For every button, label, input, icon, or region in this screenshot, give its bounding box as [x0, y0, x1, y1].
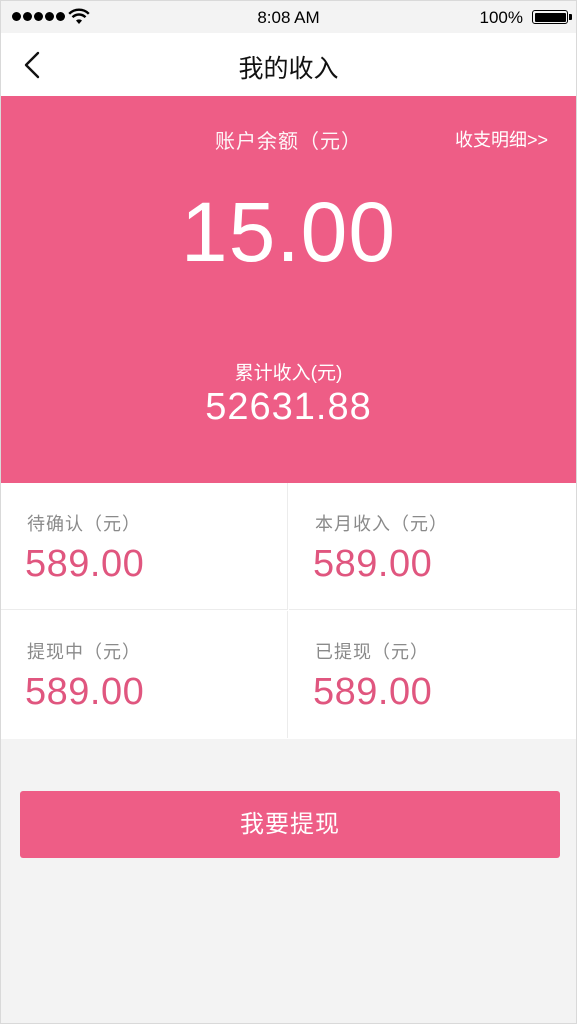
- stat-value: 589.00: [25, 671, 145, 713]
- stat-label: 待确认（元）: [27, 514, 141, 534]
- stat-label: 已提现（元）: [315, 642, 429, 662]
- income-expense-detail-link[interactable]: 收支明细>>: [455, 126, 548, 152]
- total-income-label: 累计收入(元): [234, 363, 343, 384]
- stat-withdrawing: 提现中（元） 589.00: [1, 611, 288, 738]
- page-title: 我的收入: [238, 55, 339, 83]
- income-stats-grid: 待确认（元） 589.00 本月收入（元） 589.00 提现中（元） 589.…: [1, 483, 576, 739]
- stat-value: 589.00: [313, 543, 433, 585]
- stat-label: 提现中（元）: [27, 642, 141, 662]
- status-bar: 8:08 AM 100%: [1, 1, 576, 33]
- stat-withdrawn: 已提现（元） 589.00: [289, 611, 576, 738]
- nav-bar: 我的收入: [1, 33, 576, 96]
- balance-amount: 15.00: [180, 185, 397, 279]
- stat-month-income: 本月收入（元） 589.00: [289, 483, 576, 610]
- phone-screen: 8:08 AM 100% 我的收入 账户余额（元） 收支明细>> 15.00 累…: [0, 0, 577, 1024]
- battery-icon: [532, 10, 572, 24]
- balance-card: 账户余额（元） 收支明细>> 15.00 累计收入(元) 52631.88: [1, 96, 576, 483]
- stat-pending-confirm: 待确认（元） 589.00: [1, 483, 288, 610]
- battery-percent: 100%: [479, 8, 523, 27]
- stat-value: 589.00: [313, 671, 433, 713]
- stat-label: 本月收入（元）: [315, 514, 448, 534]
- total-income-amount: 52631.88: [205, 386, 372, 428]
- stat-value: 589.00: [25, 543, 145, 585]
- withdraw-button[interactable]: 我要提现: [20, 791, 560, 858]
